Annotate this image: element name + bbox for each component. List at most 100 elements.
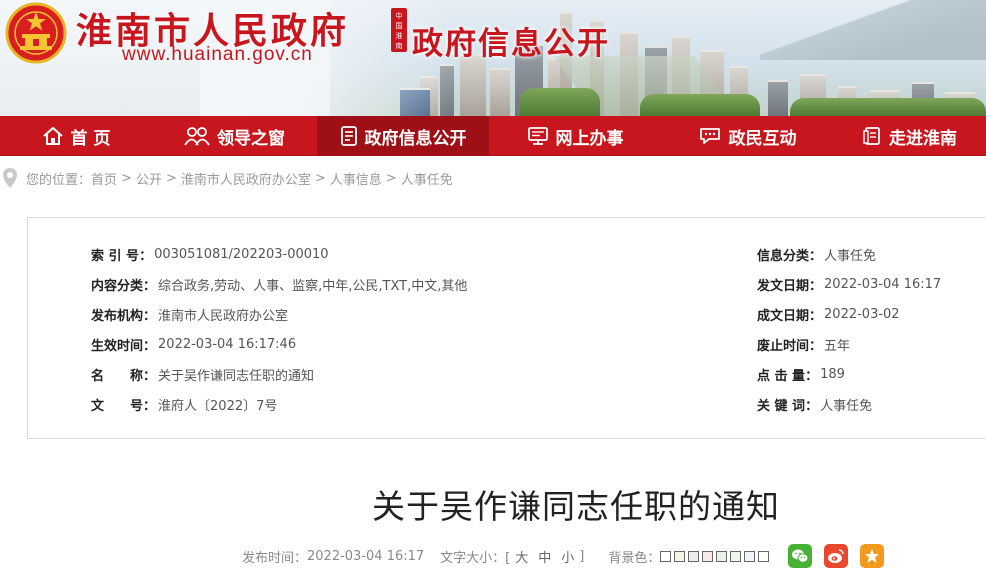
font-size-large-button[interactable]: 大 bbox=[515, 547, 528, 566]
bg-color-swatch[interactable] bbox=[730, 550, 742, 562]
article-toolbar: 发布时间： 2022-03-04 16:17 文字大小：[ 大 中 小 ] 背景… bbox=[242, 541, 885, 571]
breadcrumb-link-office[interactable]: 淮南市人民政府办公室 bbox=[181, 169, 311, 188]
chat-icon bbox=[699, 128, 720, 144]
meta-value: 五年 bbox=[824, 338, 851, 354]
breadcrumb: 您的位置： 首页 > 公开 > 淮南市人民政府办公室 > 人事信息 > 人事任免 bbox=[0, 162, 986, 194]
font-size-label: 文字大小：[ bbox=[440, 550, 511, 566]
banner-trees bbox=[640, 94, 760, 116]
location-pin-icon bbox=[3, 168, 17, 188]
meta-view-count: 点 击 量： 189 bbox=[757, 366, 845, 384]
main-nav: 首 页 领导之窗 政府信息公开 网上办事 政民互动 走进淮南 bbox=[0, 116, 986, 156]
breadcrumb-separator: > bbox=[165, 170, 177, 186]
nav-item-about-huainan[interactable]: 走进淮南 bbox=[833, 116, 986, 156]
meta-label: 点 击 量 bbox=[757, 368, 806, 384]
meta-label: 关 键 词 bbox=[757, 398, 806, 414]
meta-value: 003051081/202203-00010 bbox=[154, 246, 329, 262]
bg-color-swatch[interactable] bbox=[744, 550, 756, 562]
nav-item-leaders[interactable]: 领导之窗 bbox=[152, 116, 317, 156]
breadcrumb-separator: > bbox=[121, 170, 132, 186]
header-banner: 淮南市人民政府 www.huainan.gov.cn 中国淮南 政府信息公开 bbox=[0, 0, 986, 116]
meta-label: 内容分类 bbox=[91, 278, 144, 294]
font-size-medium-button[interactable]: 中 bbox=[538, 547, 551, 566]
meta-drafted-date: 成文日期： 2022-03-02 bbox=[757, 306, 900, 324]
meta-label: 生效时间 bbox=[91, 338, 144, 354]
meta-value: 淮府人〔2022〕7号 bbox=[158, 398, 278, 414]
meta-index-number: 索 引 号： 003051081/202203-00010 bbox=[91, 246, 329, 264]
nav-item-online-service[interactable]: 网上办事 bbox=[489, 116, 661, 156]
nav-item-home[interactable]: 首 页 bbox=[0, 116, 152, 156]
site-url[interactable]: www.huainan.gov.cn bbox=[122, 44, 313, 66]
breadcrumb-link-personnel-info[interactable]: 人事信息 bbox=[330, 169, 382, 188]
meta-effective-time: 生效时间： 2022-03-04 16:17:46 bbox=[91, 336, 297, 354]
meta-value: 关于吴作谦同志任职的通知 bbox=[158, 368, 315, 384]
meta-issue-date: 发文日期： 2022-03-04 16:17 bbox=[757, 276, 942, 294]
nav-item-gov-info[interactable]: 政府信息公开 bbox=[317, 116, 489, 156]
bg-color-swatch[interactable] bbox=[702, 550, 714, 562]
bg-color-swatch[interactable] bbox=[716, 550, 728, 562]
breadcrumb-prefix: 您的位置： bbox=[26, 172, 92, 188]
nav-item-label: 网上办事 bbox=[555, 128, 624, 149]
meta-label: 废止时间 bbox=[757, 338, 810, 354]
section-title: 政府信息公开 bbox=[412, 26, 610, 62]
bg-color-swatch[interactable] bbox=[688, 550, 700, 562]
favorite-button[interactable] bbox=[860, 544, 885, 568]
meta-value: 人事任免 bbox=[824, 248, 877, 264]
meta-label: 发文日期 bbox=[757, 278, 810, 294]
bg-color-swatch[interactable] bbox=[758, 550, 770, 562]
banner-trees bbox=[790, 98, 986, 116]
wechat-icon bbox=[792, 549, 809, 563]
nav-item-label: 首 页 bbox=[70, 128, 111, 149]
book-icon bbox=[863, 127, 880, 145]
breadcrumb-link-open[interactable]: 公开 bbox=[136, 169, 162, 188]
font-size-bracket: ] bbox=[579, 548, 585, 564]
meta-label: 信息分类 bbox=[757, 248, 810, 264]
share-weibo-button[interactable] bbox=[824, 544, 849, 568]
meta-value: 人事任免 bbox=[820, 398, 873, 414]
banner-mountain bbox=[760, 0, 986, 60]
meta-info-category: 信息分类： 人事任免 bbox=[757, 244, 876, 264]
breadcrumb-link-home[interactable]: 首页 bbox=[91, 169, 117, 188]
home-icon bbox=[42, 126, 63, 145]
meta-document-number: 文 号： 淮府人〔2022〕7号 bbox=[91, 394, 277, 414]
document-icon bbox=[340, 126, 357, 146]
banner-trees bbox=[520, 88, 600, 116]
meta-keywords: 关 键 词： 人事任免 bbox=[757, 394, 872, 414]
nav-item-label: 领导之窗 bbox=[217, 128, 285, 149]
meta-value: 189 bbox=[820, 366, 845, 382]
share-wechat-button[interactable] bbox=[788, 544, 813, 568]
meta-label: 成文日期 bbox=[757, 308, 810, 324]
breadcrumb-separator: > bbox=[385, 170, 397, 186]
people-icon bbox=[184, 127, 210, 146]
meta-value: 2022-03-04 16:17:46 bbox=[158, 336, 297, 352]
breadcrumb-link-appointments[interactable]: 人事任免 bbox=[401, 169, 453, 188]
building bbox=[460, 54, 486, 116]
monitor-icon bbox=[527, 127, 548, 145]
meta-name: 名 称： 关于吴作谦同志任职的通知 bbox=[91, 364, 314, 384]
meta-value: 淮南市人民政府办公室 bbox=[158, 308, 289, 324]
meta-publisher: 发布机构： 淮南市人民政府办公室 bbox=[91, 304, 288, 324]
meta-content-category: 内容分类： 综合政务,劳动、人事、监察,中年,公民,TXT,中文,其他 bbox=[91, 274, 467, 294]
meta-label: 名 称 bbox=[91, 368, 144, 384]
nav-item-interaction[interactable]: 政民互动 bbox=[661, 116, 833, 156]
national-emblem-icon bbox=[5, 2, 67, 64]
breadcrumb-separator: > bbox=[314, 170, 326, 186]
bg-color-swatch[interactable] bbox=[660, 550, 672, 562]
meta-label: 文 号 bbox=[91, 398, 144, 414]
building bbox=[768, 80, 788, 116]
background-color-label: 背景色： bbox=[608, 550, 661, 566]
seal-stamp: 中国淮南 bbox=[391, 8, 407, 52]
star-icon bbox=[865, 549, 880, 563]
publish-time-label: 发布时间： bbox=[242, 550, 308, 566]
article-title: 关于吴作谦同志任职的通知 bbox=[372, 487, 780, 526]
building bbox=[490, 68, 510, 116]
meta-label: 索 引 号 bbox=[91, 248, 140, 264]
document-metadata-panel: 索 引 号： 003051081/202203-00010 内容分类： 综合政务… bbox=[27, 217, 986, 439]
meta-value: 2022-03-02 bbox=[824, 306, 900, 322]
publish-time: 2022-03-04 16:17 bbox=[307, 548, 425, 564]
nav-item-label: 政民互动 bbox=[728, 128, 797, 149]
weibo-icon bbox=[828, 549, 845, 563]
bg-color-swatch[interactable] bbox=[674, 550, 686, 562]
font-size-small-button[interactable]: 小 bbox=[561, 547, 574, 566]
meta-value: 综合政务,劳动、人事、监察,中年,公民,TXT,中文,其他 bbox=[158, 278, 468, 294]
meta-value: 2022-03-04 16:17 bbox=[824, 276, 942, 292]
